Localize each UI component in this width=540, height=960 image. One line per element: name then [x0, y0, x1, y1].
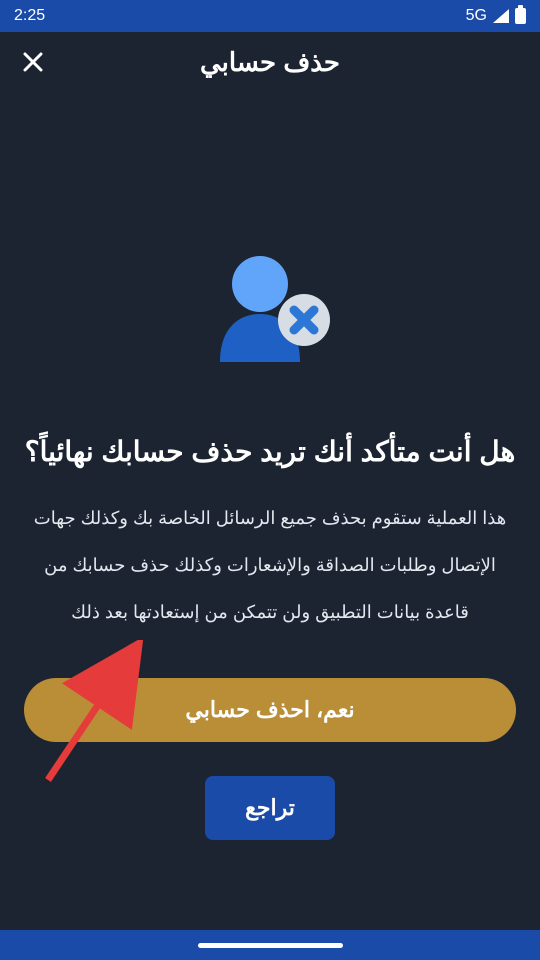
network-label: 5G	[466, 7, 487, 25]
status-bar: 2:25 5G	[0, 0, 540, 32]
close-button[interactable]	[18, 47, 48, 77]
confirm-delete-button[interactable]: نعم، احذف حسابي	[24, 678, 516, 742]
page-header: حذف حسابي	[0, 32, 540, 92]
signal-icon	[493, 9, 509, 23]
system-nav-bar	[0, 930, 540, 960]
status-right: 5G	[466, 7, 526, 25]
delete-user-illustration	[200, 242, 340, 382]
page-title: حذف حسابي	[200, 47, 340, 78]
confirm-body-text: هذا العملية ستقوم بحذف جميع الرسائل الخا…	[24, 495, 516, 635]
confirm-heading: هل أنت متأكد أنك تريد حذف حسابك نهائياً؟	[25, 432, 516, 471]
cancel-button[interactable]: تراجع	[205, 776, 335, 840]
close-icon	[21, 50, 45, 74]
battery-icon	[515, 8, 526, 24]
main-content: هل أنت متأكد أنك تريد حذف حسابك نهائياً؟…	[0, 92, 540, 840]
status-time: 2:25	[14, 7, 45, 25]
home-indicator[interactable]	[198, 943, 343, 948]
user-remove-icon	[200, 242, 340, 382]
